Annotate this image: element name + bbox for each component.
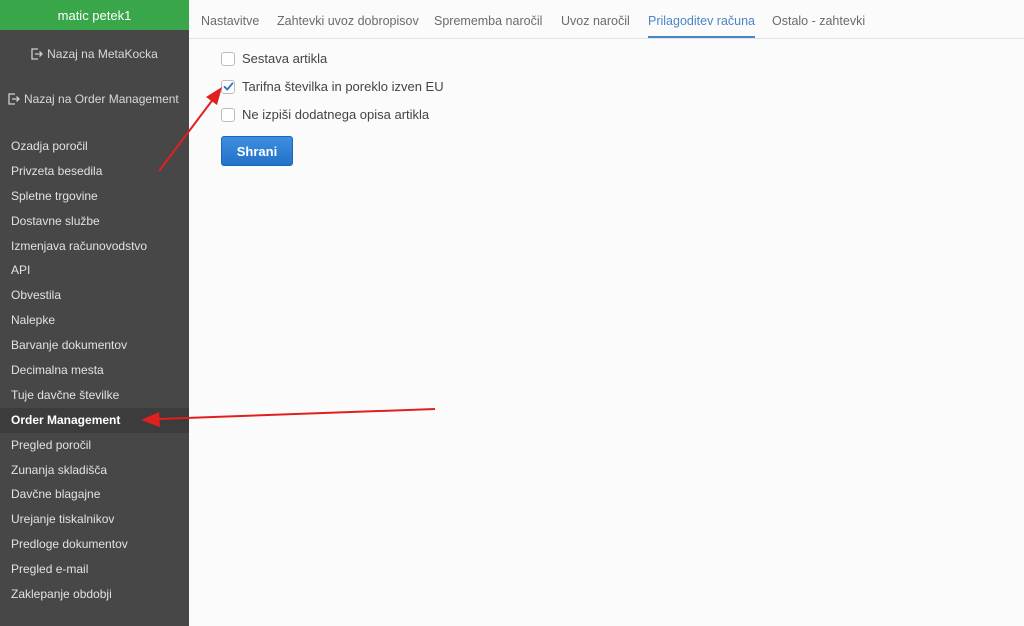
back-link-label: Nazaj na Order Management xyxy=(24,92,179,106)
sidebar-item-api[interactable]: API xyxy=(0,258,189,283)
sidebar-item-predloge-dokumentov[interactable]: Predloge dokumentov xyxy=(0,532,189,557)
sidebar-item-izmenjava-racunovodstvo[interactable]: Izmenjava računovodstvo xyxy=(0,234,189,259)
sidebar-item-barvanje-dokumentov[interactable]: Barvanje dokumentov xyxy=(0,333,189,358)
sidebar-item-zunanja-skladisca[interactable]: Zunanja skladišča xyxy=(0,458,189,483)
checkmark-icon xyxy=(223,82,233,91)
sidebar-menu: Ozadja poročil Privzeta besedila Spletne… xyxy=(0,134,189,607)
option-sestava-artikla[interactable]: Sestava artikla xyxy=(221,51,327,66)
sidebar-item-pregled-email[interactable]: Pregled e-mail xyxy=(0,557,189,582)
tab-prilagoditev-racuna[interactable]: Prilagoditev računa xyxy=(648,0,756,38)
sidebar-item-ozadja-porocil[interactable]: Ozadja poročil xyxy=(0,134,189,159)
checkbox[interactable] xyxy=(221,51,235,66)
option-tarifna-stevilka[interactable]: Tarifna številka in poreklo izven EU xyxy=(221,79,444,94)
option-label: Sestava artikla xyxy=(242,51,328,66)
sidebar-item-tuje-davcne-stevilke[interactable]: Tuje davčne številke xyxy=(0,383,189,408)
tab-uvoz-narocil[interactable]: Uvoz naročil xyxy=(561,0,630,38)
back-to-order-management-link[interactable]: Nazaj na Order Management xyxy=(0,92,189,106)
checkbox-checked[interactable] xyxy=(221,79,235,94)
sidebar-item-privzeta-besedila[interactable]: Privzeta besedila xyxy=(0,159,189,184)
sidebar-item-order-management[interactable]: Order Management xyxy=(0,407,189,433)
back-link-label: Nazaj na MetaKocka xyxy=(47,47,158,61)
sidebar-item-urejanje-tiskalnikov[interactable]: Urejanje tiskalnikov xyxy=(0,507,189,532)
sidebar-item-spletne-trgovine[interactable]: Spletne trgovine xyxy=(0,184,189,209)
tab-ostalo-zahtevki[interactable]: Ostalo - zahtevki xyxy=(772,0,865,38)
back-to-metakocka-link[interactable]: Nazaj na MetaKocka xyxy=(0,47,189,61)
sidebar-item-pregled-porocil[interactable]: Pregled poročil xyxy=(0,433,189,458)
sidebar-item-zaklepanje-obdobji[interactable]: Zaklepanje obdobji xyxy=(0,582,189,607)
tab-sprememba-narocil[interactable]: Sprememba naročil xyxy=(434,0,542,38)
exit-icon xyxy=(31,48,44,60)
tab-nastavitve[interactable]: Nastavitve xyxy=(201,0,259,38)
sidebar-item-dostavne-sluzbe[interactable]: Dostavne službe xyxy=(0,209,189,234)
user-name-header[interactable]: matic petek1 xyxy=(0,0,189,30)
sidebar-item-nalepke[interactable]: Nalepke xyxy=(0,308,189,333)
tab-zahtevki-uvoz-dobropisov[interactable]: Zahtevki uvoz dobropisov xyxy=(277,0,419,38)
option-ne-izpisi-opisa[interactable]: Ne izpiši dodatnega opisa artikla xyxy=(221,107,429,122)
user-name: matic petek1 xyxy=(57,7,132,23)
sidebar-item-davcne-blagajne[interactable]: Davčne blagajne xyxy=(0,482,189,507)
tab-bar: Nastavitve Zahtevki uvoz dobropisov Spre… xyxy=(189,0,1024,39)
option-label: Ne izpiši dodatnega opisa artikla xyxy=(242,107,430,122)
sidebar-item-obvestila[interactable]: Obvestila xyxy=(0,283,189,308)
exit-icon xyxy=(8,93,20,105)
checkbox[interactable] xyxy=(221,107,235,122)
sidebar-item-decimalna-mesta[interactable]: Decimalna mesta xyxy=(0,358,189,383)
option-label: Tarifna številka in poreklo izven EU xyxy=(242,79,444,94)
save-button[interactable]: Shrani xyxy=(221,136,293,166)
sidebar: matic petek1 Nazaj na MetaKocka Nazaj na… xyxy=(0,0,189,626)
